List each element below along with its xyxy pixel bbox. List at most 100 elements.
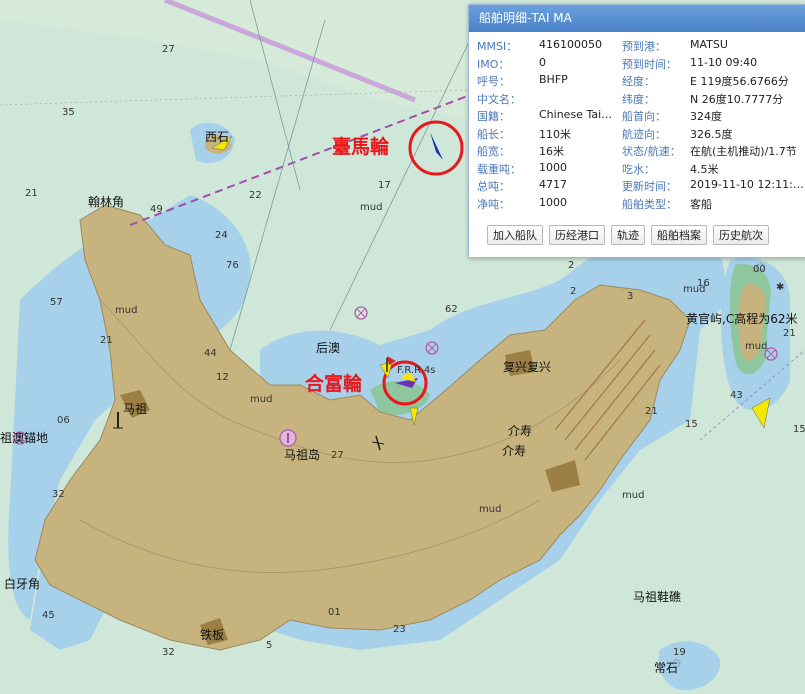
place-label-huangguanyu: 黄官屿,C高程为62米 [686,311,797,326]
ship-detail-label: 国籍： [477,110,510,123]
anchorage-icon [279,429,297,447]
depth-sounding: 15 [685,419,698,430]
depth-sounding: 49 [150,204,163,215]
ship-detail-value: E 119度56.6766分 [690,75,789,88]
rock-star-icon: ✱ [776,282,784,293]
depth-sounding: 16 [697,278,710,289]
place-label-houao: 后澳 [316,341,340,355]
place-label-mazudao: 马祖岛 [284,447,320,462]
ship-detail-label: 船舶类型： [622,197,677,211]
ship-detail-label: 载重吨： [477,162,521,176]
ship-detail-label: 状态/航速： [622,145,681,158]
track-button[interactable]: 轨迹 [611,225,645,245]
ship-detail-value: N 26度10.7777分 [690,92,784,106]
place-label-baiyajiao: 白牙角 [4,576,40,591]
depth-sounding: 15 [793,424,805,435]
place-label-jieshou: 介寿 [508,424,532,438]
depth-sounding: 27 [331,450,344,461]
ship-detail-table: MMSI： 416100050 预到港： MATSU IMO： 0 预到时间： 11-10 0… [469,32,805,222]
depth-sounding: 21 [783,328,796,339]
depth-sounding: 06 [57,415,70,426]
depth-sounding: 5 [266,640,272,651]
depth-sounding: 24 [215,230,228,241]
ship-detail-value: Chinese Taip… [539,108,619,121]
depth-sounding: 32 [162,647,175,658]
ship-detail-value: 110米 [539,127,571,141]
ship-detail-label: 净吨： [477,197,510,211]
ship-detail-label: 预到港： [622,40,666,53]
seabed-mud: mud [745,341,767,352]
ship-label-taima: 臺馬輪 [332,135,390,158]
depth-sounding: 22 [249,190,262,201]
place-label-mazuxiejiao: 马祖鞋礁 [633,589,681,604]
depth-sounding: 44 [204,348,217,359]
depth-sounding: 62 [445,304,458,315]
depth-sounding: 2 [570,286,576,297]
ship-detail-value: MATSU [690,38,728,51]
ship-detail-label: 航迹向： [622,127,666,141]
depth-sounding: 12 [216,372,229,383]
ship-detail-value: 客船 [690,197,712,211]
depth-sounding: 2 [568,260,574,271]
seabed-mud: mud [360,202,382,213]
place-label-jieshou: 介寿 [502,444,526,458]
ship-detail-label: 船长： [477,127,510,141]
place-label-changshi: 常石 [654,661,678,675]
ship-detail-value: 16米 [539,145,564,158]
depth-sounding: 21 [100,335,113,346]
ship-detail-label: 船宽： [477,145,510,158]
depth-sounding: 32 [52,489,65,500]
ship-detail-label: 船首向： [622,110,666,123]
ship-label-hefu: 合富輪 [305,372,363,395]
place-label-fuxing: 复兴复兴 [503,360,551,374]
depth-sounding: 19 [673,647,686,658]
ship-detail-label: 经度： [622,75,655,88]
depth-sounding: 43 [730,390,743,401]
place-label-tiebang: 铁板 [200,628,224,642]
seabed-mud: mud [250,394,272,405]
ship-detail-value: 11-10 09:40 [690,55,758,69]
depth-sounding: 76 [226,260,239,271]
seabed-mud: mud [479,504,501,515]
depth-sounding: 21 [645,406,658,417]
ship-detail-value: BHFP [539,73,568,86]
ship-detail-value: 416100050 [539,38,602,51]
ship-detail-panel[interactable]: 船舶明细-TAI MA MMSI： 416100050 预到港： MATSU IMO： 0… [468,4,805,258]
ship-detail-label: MMSI： [477,40,518,53]
ship-detail-label: 更新时间： [622,180,677,193]
ship-detail-label: 纬度： [622,92,655,106]
ship-detail-value: 4.5米 [690,162,719,176]
ship-detail-value: 1000 [539,160,567,174]
depth-sounding: 57 [50,297,63,308]
ship-detail-label: 吃水： [622,162,655,176]
ship-detail-value: 在航(主机推动)/1.7节 [690,145,797,158]
ship-detail-label: 预到时间： [622,57,677,71]
seabed-mud: mud [622,490,644,501]
light-characteristic: F.R.R.4s [397,365,435,376]
ship-detail-label: 总吨： [477,180,510,193]
voyage-history-button[interactable]: 历史航次 [713,225,769,245]
depth-sounding: 17 [378,180,391,191]
ship-archive-button[interactable]: 船舶档案 [651,225,707,245]
ship-detail-value: 324度 [690,110,722,123]
place-label-hanlinjiao: 翰林角 [88,194,124,209]
add-to-fleet-button[interactable]: 加入船队 [487,225,543,245]
port-history-button[interactable]: 历经港口 [549,225,605,245]
depth-sounding: 3 [627,291,633,302]
depth-sounding: 35 [62,107,75,118]
ship-detail-value: 1000 [539,195,567,209]
ship-detail-value: 326.5度 [690,127,733,141]
ship-detail-value: 0 [539,55,546,69]
ship-detail-value: 2019-11-10 12:11:27 [690,178,805,191]
depth-sounding: 01 [328,607,341,618]
ship-detail-value: 4717 [539,178,567,191]
ship-detail-label: 中文名： [477,92,521,106]
depth-sounding: 00 [753,264,766,275]
place-label-mazu: 马祖 [123,401,147,416]
ship-detail-label: 呼号： [477,75,510,88]
ship-detail-label: IMO： [477,57,510,71]
panel-title[interactable]: 船舶明细-TAI MA [469,5,805,32]
place-label-xishi: 西石 [205,130,229,144]
depth-sounding: 21 [25,188,38,199]
depth-sounding: 27 [162,44,175,55]
